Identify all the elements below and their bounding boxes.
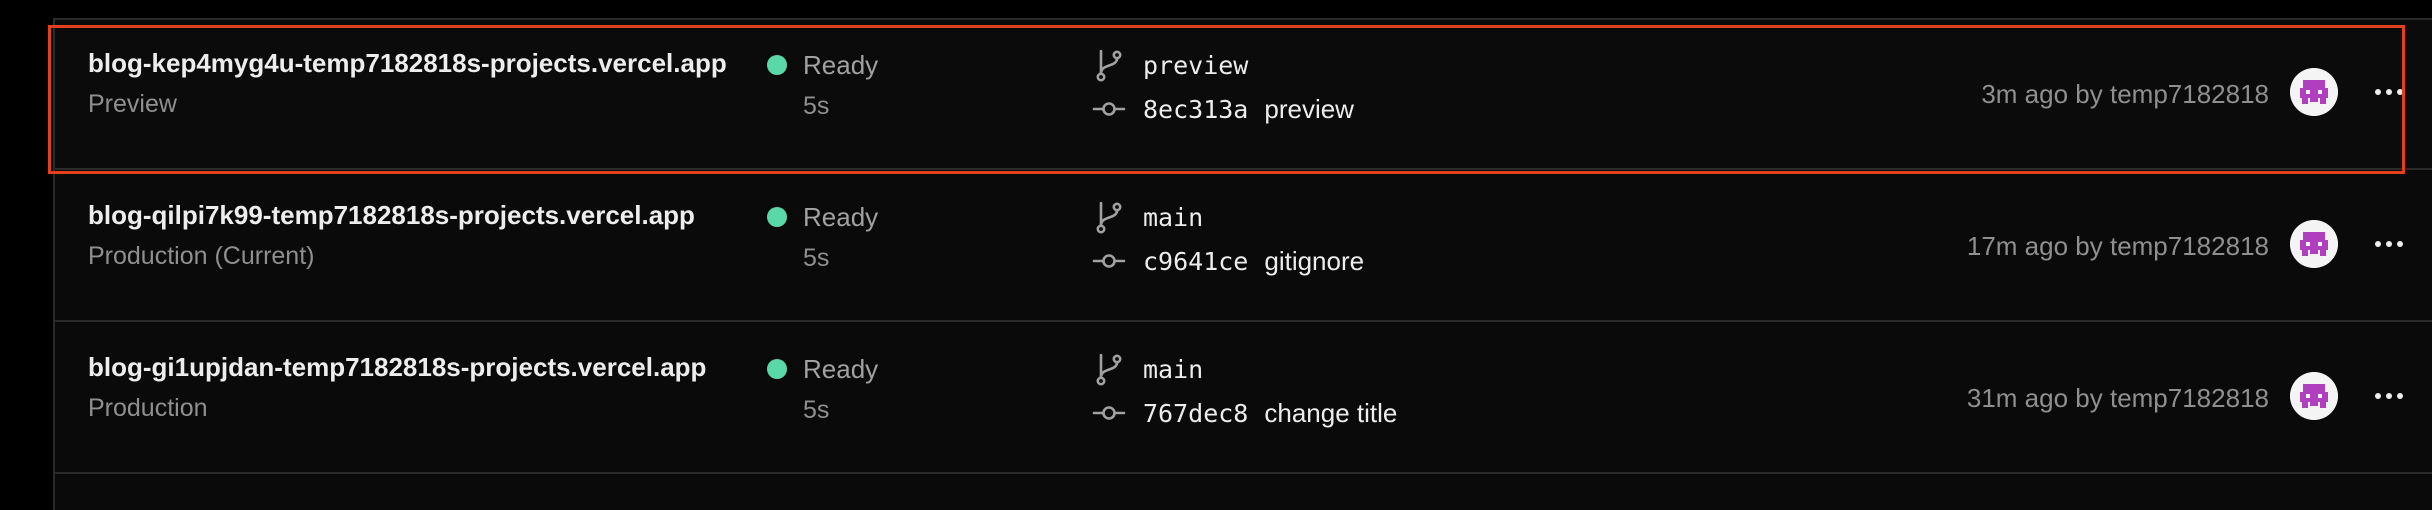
deployment-meta: 3m ago by temp7182818	[1981, 79, 2269, 109]
commit-message[interactable]: gitignore	[1264, 246, 1364, 277]
deployment-url[interactable]: blog-kep4myg4u-temp7182818s-projects.ver…	[88, 46, 788, 80]
more-options-button[interactable]	[2364, 222, 2414, 266]
deployment-url[interactable]: blog-qilpi7k99-temp7182818s-projects.ver…	[88, 198, 788, 232]
user-avatar-icon[interactable]	[2290, 220, 2338, 268]
branch-link[interactable]: main	[1143, 355, 1203, 384]
deployment-environment: Production	[88, 394, 208, 422]
deployment-row-partial	[55, 476, 2432, 510]
user-avatar-icon[interactable]	[2290, 372, 2338, 420]
git-commit-icon	[1091, 395, 1127, 431]
git-branch-icon	[1091, 351, 1127, 387]
deployment-status-cell: Ready 5s	[767, 48, 987, 122]
deployment-git-cell: main 767dec8 change title	[1091, 348, 1791, 434]
status-dot-icon	[767, 359, 787, 379]
branch-link[interactable]: main	[1143, 203, 1203, 232]
deployment-duration: 5s	[803, 244, 830, 272]
commit-message[interactable]: preview	[1264, 94, 1354, 125]
more-horizontal-icon	[2375, 89, 2403, 95]
more-horizontal-icon	[2375, 241, 2403, 247]
deployment-status-cell: Ready 5s	[767, 352, 987, 426]
deployment-meta: 17m ago by temp7182818	[1966, 231, 2269, 261]
deployment-duration: 5s	[803, 396, 830, 424]
more-options-button[interactable]	[2364, 70, 2414, 114]
deployment-git-cell: main c9641ce gitignore	[1091, 196, 1791, 282]
deployment-status: Ready	[803, 353, 879, 384]
deployment-name-cell: blog-kep4myg4u-temp7182818s-projects.ver…	[88, 46, 788, 120]
deployment-url[interactable]: blog-gi1upjdan-temp7182818s-projects.ver…	[88, 350, 788, 384]
deployment-meta: 31m ago by temp7182818	[1966, 383, 2269, 413]
commit-message[interactable]: change title	[1264, 398, 1397, 429]
git-commit-icon	[1091, 243, 1127, 279]
commit-sha-link[interactable]: c9641ce	[1143, 247, 1248, 276]
deployment-status: Ready	[803, 201, 879, 232]
deployment-row[interactable]: blog-kep4myg4u-temp7182818s-projects.ver…	[55, 20, 2432, 170]
deployment-status: Ready	[803, 49, 879, 80]
commit-sha-link[interactable]: 8ec313a	[1143, 95, 1248, 124]
commit-sha-link[interactable]: 767dec8	[1143, 399, 1248, 428]
git-branch-icon	[1091, 199, 1127, 235]
deployment-name-cell: blog-gi1upjdan-temp7182818s-projects.ver…	[88, 350, 788, 424]
deployment-status-cell: Ready 5s	[767, 200, 987, 274]
deployment-row[interactable]: blog-qilpi7k99-temp7182818s-projects.ver…	[55, 172, 2432, 322]
deployments-page: blog-kep4myg4u-temp7182818s-projects.ver…	[0, 0, 2432, 510]
status-dot-icon	[767, 55, 787, 75]
deployment-environment: Preview	[88, 90, 177, 118]
user-avatar-icon[interactable]	[2290, 68, 2338, 116]
deployment-git-cell: preview 8ec313a preview	[1091, 44, 1791, 130]
more-horizontal-icon	[2375, 393, 2403, 399]
deployment-row[interactable]: blog-gi1upjdan-temp7182818s-projects.ver…	[55, 324, 2432, 474]
deployment-name-cell: blog-qilpi7k99-temp7182818s-projects.ver…	[88, 198, 788, 272]
status-dot-icon	[767, 207, 787, 227]
branch-link[interactable]: preview	[1143, 51, 1248, 80]
more-options-button[interactable]	[2364, 374, 2414, 418]
deployment-duration: 5s	[803, 92, 830, 120]
deployments-list: blog-kep4myg4u-temp7182818s-projects.ver…	[53, 18, 2432, 510]
deployment-environment: Production (Current)	[88, 242, 315, 270]
git-branch-icon	[1091, 47, 1127, 83]
git-commit-icon	[1091, 91, 1127, 127]
